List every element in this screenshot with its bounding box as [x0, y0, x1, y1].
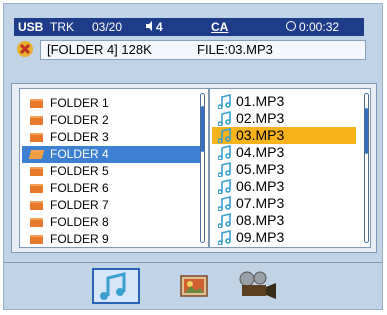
folder-icon	[30, 184, 43, 193]
folder-item[interactable]: FOLDER 3	[22, 129, 200, 146]
folder-list: FOLDER 1 FOLDER 2 FOLDER 3 FOLDER 4 FOLDER 5…	[19, 88, 209, 248]
music-note-icon	[218, 196, 231, 211]
folder-scroll-thumb[interactable]	[201, 106, 204, 152]
file-item[interactable]: 04.MP3	[212, 144, 356, 161]
file-item[interactable]: 08.MP3	[212, 212, 356, 229]
tab-divider	[4, 262, 382, 263]
folder-item-label: FOLDER 5	[50, 164, 109, 178]
folder-item-label: FOLDER 3	[50, 130, 109, 144]
folder-item-label: FOLDER 7	[50, 198, 109, 212]
folder-item-label: FOLDER 8	[50, 215, 109, 229]
file-item-label: 07.MP3	[236, 195, 285, 211]
folder-item[interactable]: FOLDER 2	[22, 112, 200, 129]
file-item[interactable]: 02.MP3	[212, 110, 356, 127]
folder-scrollbar[interactable]	[200, 93, 205, 243]
file-item-label: 06.MP3	[236, 178, 285, 194]
folder-item[interactable]: FOLDER 9	[22, 231, 200, 248]
track-number: 03/20	[92, 20, 123, 34]
file-item[interactable]: 06.MP3	[212, 178, 356, 195]
folder-icon	[30, 116, 43, 125]
music-note-icon	[218, 213, 231, 228]
file-scrollbar[interactable]	[364, 93, 369, 243]
browser-panels: FOLDER 1 FOLDER 2 FOLDER 3 FOLDER 4 FOLDER 5…	[11, 83, 377, 253]
folder-item-label: FOLDER 4	[50, 147, 109, 161]
source-label: USB	[18, 20, 44, 34]
file-item-label: 02.MP3	[236, 110, 285, 126]
folder-item[interactable]: FOLDER 8	[22, 214, 200, 231]
stop-icon	[17, 41, 33, 57]
tab-photo[interactable]	[178, 268, 210, 304]
file-list: 01.MP3 02.MP3 03.MP3 04.MP3 05.MP3 06.MP3 07.M…	[209, 88, 371, 248]
media-browser-screen: USB TRK 03/20 4 CA 0:00:32 [FOLDER 4] 12…	[3, 3, 383, 310]
music-note-icon	[218, 145, 231, 160]
audio-indicator: 4	[146, 18, 163, 36]
file-scroll-thumb[interactable]	[365, 108, 368, 154]
folder-item[interactable]: FOLDER 5	[22, 163, 200, 180]
tab-music[interactable]	[92, 268, 140, 304]
now-playing-folder: [FOLDER 4] 128K	[47, 42, 152, 57]
file-item-label: 09.MP3	[236, 229, 285, 245]
file-item[interactable]: 01.MP3	[212, 93, 356, 110]
tab-movie[interactable]	[236, 268, 280, 304]
folder-item-label: FOLDER 2	[50, 113, 109, 127]
folder-icon	[30, 235, 43, 244]
channel-indicator: CA	[211, 20, 229, 34]
movie-camera-icon	[239, 271, 276, 299]
folder-item-label: FOLDER 1	[50, 96, 109, 110]
music-note-icon	[100, 272, 126, 300]
music-note-icon	[218, 162, 231, 177]
file-item-label: 04.MP3	[236, 144, 285, 160]
folder-item[interactable]: FOLDER 4	[22, 146, 200, 163]
file-item[interactable]: 09.MP3	[212, 229, 356, 246]
folder-icon	[30, 167, 43, 176]
elapsed-time: 0:00:32	[299, 20, 340, 34]
speaker-icon	[146, 21, 152, 31]
file-item[interactable]: 03.MP3	[212, 127, 356, 144]
folder-item[interactable]: FOLDER 7	[22, 197, 200, 214]
folder-item[interactable]: FOLDER 1	[22, 95, 200, 112]
folder-item[interactable]: FOLDER 6	[22, 180, 200, 197]
file-item-label: 05.MP3	[236, 161, 285, 177]
file-item[interactable]: 07.MP3	[212, 195, 356, 212]
music-note-icon	[218, 111, 231, 126]
now-playing-box: [FOLDER 4] 128K FILE:03.MP3	[40, 40, 366, 60]
music-note-icon	[218, 94, 231, 109]
folder-item-label: FOLDER 9	[50, 232, 109, 246]
music-note-icon	[218, 179, 231, 194]
now-playing-file: FILE:03.MP3	[197, 42, 273, 57]
track-label: TRK	[50, 20, 74, 34]
clock-icon	[286, 21, 296, 31]
music-note-icon	[218, 230, 231, 245]
file-item-label: 01.MP3	[236, 93, 285, 109]
file-item[interactable]: 05.MP3	[212, 161, 356, 178]
status-bar: USB TRK 03/20 4 CA 0:00:32	[14, 18, 364, 36]
audio-channel-number: 4	[156, 20, 163, 34]
file-item-label: 08.MP3	[236, 212, 285, 228]
music-note-icon	[218, 128, 231, 143]
folder-icon	[30, 99, 43, 108]
file-item-label: 03.MP3	[236, 127, 285, 143]
folder-item-label: FOLDER 6	[50, 181, 109, 195]
photo-icon	[180, 275, 208, 297]
folder-icon	[30, 218, 43, 227]
folder-icon	[30, 133, 43, 142]
folder-icon	[30, 201, 43, 210]
folder-open-icon	[28, 150, 45, 159]
